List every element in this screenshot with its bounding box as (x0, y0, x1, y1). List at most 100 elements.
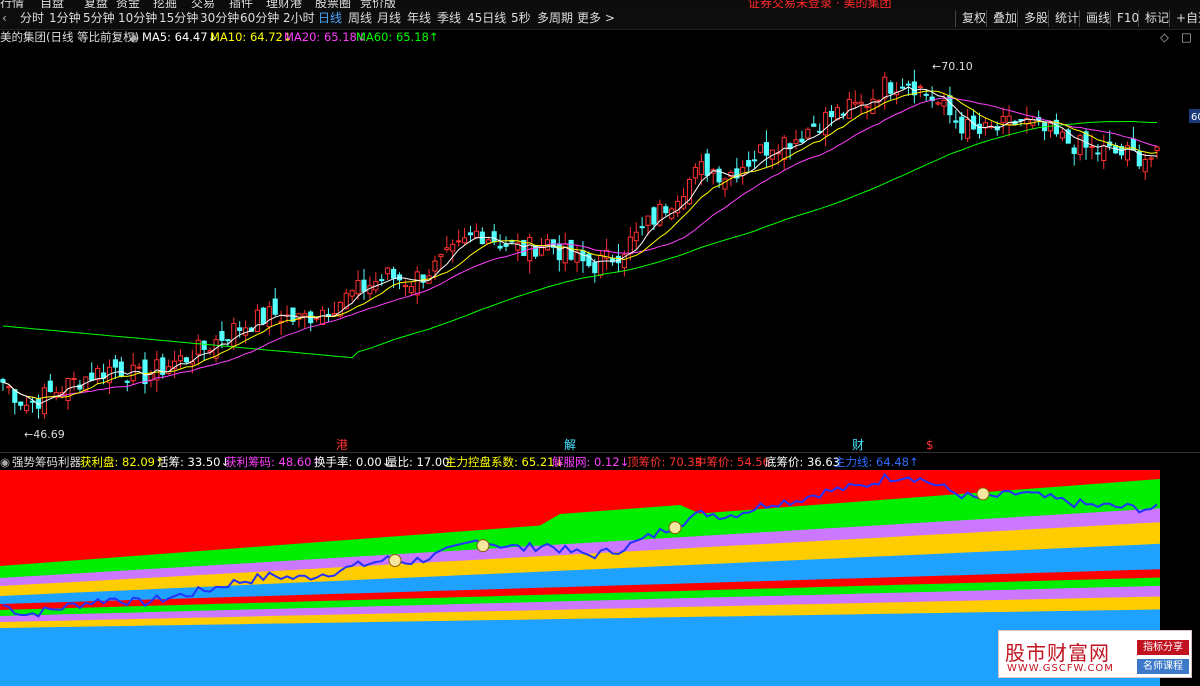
candle-down[interactable] (923, 93, 929, 96)
candle-down[interactable] (361, 279, 367, 292)
candle-down[interactable] (651, 207, 657, 225)
period-item-active[interactable]: 日线 (318, 8, 342, 29)
candle-up[interactable] (852, 101, 858, 105)
candle-up[interactable] (432, 260, 438, 272)
period-item[interactable]: 1分钟 (49, 8, 81, 29)
close-panel-icon[interactable]: □ (1181, 29, 1192, 46)
candle-down[interactable] (828, 110, 835, 118)
candle-up[interactable] (319, 309, 326, 325)
candle-up[interactable] (95, 367, 101, 381)
candle-down[interactable] (237, 327, 243, 331)
top-menu-item[interactable]: 复盘 (84, 0, 108, 8)
candle-up[interactable] (917, 85, 923, 89)
candle-down[interactable] (124, 380, 130, 383)
candlestick-chart[interactable]: ←70.10 ←46.69 60 港 解 财 $ (0, 46, 1200, 452)
candle-up[interactable] (349, 290, 355, 297)
candle-up[interactable] (793, 139, 799, 144)
candle-down[interactable] (953, 120, 959, 123)
candle-down[interactable] (592, 262, 598, 274)
period-item[interactable]: 2小时 (283, 8, 315, 29)
candle-up[interactable] (462, 237, 468, 244)
candle-up[interactable] (722, 178, 728, 190)
candle-up[interactable] (177, 355, 184, 362)
top-menu-item[interactable]: 理财港 (266, 0, 302, 8)
candle-up[interactable] (355, 279, 361, 295)
candle-down[interactable] (1095, 152, 1101, 155)
candle-down[interactable] (663, 206, 669, 214)
top-menu-item[interactable]: 竞价版 (360, 0, 396, 8)
top-menu-item[interactable]: 股票圈 (315, 0, 351, 8)
candle-up[interactable] (870, 98, 876, 114)
candle-down[interactable] (503, 243, 509, 247)
candle-up[interactable] (473, 230, 480, 238)
candle-up[interactable] (130, 364, 136, 382)
candle-up[interactable] (195, 339, 201, 355)
candle-down[interactable] (746, 160, 752, 167)
candle-up[interactable] (24, 404, 30, 412)
collapse-icon[interactable]: ◉ (0, 453, 10, 471)
candle-up[interactable] (254, 309, 261, 333)
candle-up[interactable] (1047, 122, 1054, 132)
candle-up[interactable] (1142, 158, 1148, 173)
candle-up[interactable] (757, 144, 764, 153)
candle-down[interactable] (959, 116, 965, 134)
candle-down[interactable] (911, 81, 917, 96)
candle-up[interactable] (1154, 146, 1160, 152)
candle-down[interactable] (118, 361, 124, 377)
candle-up[interactable] (385, 267, 391, 275)
money-bag-icon[interactable] (476, 539, 490, 553)
candle-up[interactable] (243, 327, 249, 336)
top-menu-item[interactable]: 资金 (116, 0, 140, 8)
candle-up[interactable] (231, 323, 237, 347)
candle-up[interactable] (456, 240, 462, 243)
top-menu-item[interactable]: 挖掘 (153, 0, 177, 8)
back-arrow-icon[interactable]: ‹ (0, 8, 7, 29)
candle-up[interactable] (1059, 131, 1065, 139)
period-item[interactable]: 季线 (437, 8, 461, 29)
candle-up[interactable] (574, 251, 580, 263)
candle-down[interactable] (888, 82, 894, 94)
candle-down[interactable] (639, 226, 645, 229)
candle-down[interactable] (225, 339, 231, 342)
candle-down[interactable] (1071, 147, 1077, 155)
period-item[interactable]: 5秒 (511, 8, 531, 29)
candle-down[interactable] (201, 340, 207, 350)
period-item[interactable]: 45日线 (467, 8, 506, 29)
candle-up[interactable] (823, 111, 829, 136)
candle-up[interactable] (71, 378, 77, 381)
candle-down[interactable] (899, 86, 906, 89)
candle-up[interactable] (1089, 146, 1095, 149)
event-marker-jie[interactable]: 解 (564, 438, 576, 452)
watermark-tag-indicator[interactable]: 指标分享 (1137, 640, 1189, 655)
money-bag-icon[interactable] (668, 521, 682, 535)
candle-up[interactable] (965, 119, 971, 139)
candle-down[interactable] (183, 357, 190, 363)
candle-down[interactable] (763, 142, 769, 156)
money-bag-icon[interactable] (388, 554, 402, 568)
candle-down[interactable] (704, 153, 710, 176)
add-watchlist-button[interactable]: +自选 (1169, 10, 1200, 27)
candle-down[interactable] (811, 123, 817, 127)
candle-up[interactable] (805, 128, 811, 139)
candle-up[interactable] (633, 231, 639, 242)
candle-down[interactable] (47, 380, 53, 393)
candle-down[interactable] (219, 331, 225, 341)
candle-down[interactable] (799, 138, 805, 143)
candle-down[interactable] (272, 298, 278, 315)
diamond-icon[interactable]: ◇ (1160, 29, 1169, 46)
candle-down[interactable] (752, 159, 758, 162)
candle-up[interactable] (6, 385, 12, 389)
candle-up[interactable] (846, 98, 852, 119)
period-item[interactable]: 多周期 (537, 8, 573, 29)
watermark-tag-course[interactable]: 名师课程 (1137, 659, 1189, 674)
candle-up[interactable] (1101, 145, 1107, 162)
candle-down[interactable] (89, 372, 95, 381)
candle-down[interactable] (18, 401, 24, 406)
candle-up[interactable] (408, 286, 414, 294)
top-menu-item[interactable]: 插件 (229, 0, 253, 8)
candle-up[interactable] (941, 99, 947, 107)
period-item[interactable]: 60分钟 (240, 8, 279, 29)
candle-down[interactable] (976, 123, 983, 134)
candle-up[interactable] (438, 254, 444, 258)
candle-up[interactable] (367, 285, 373, 295)
